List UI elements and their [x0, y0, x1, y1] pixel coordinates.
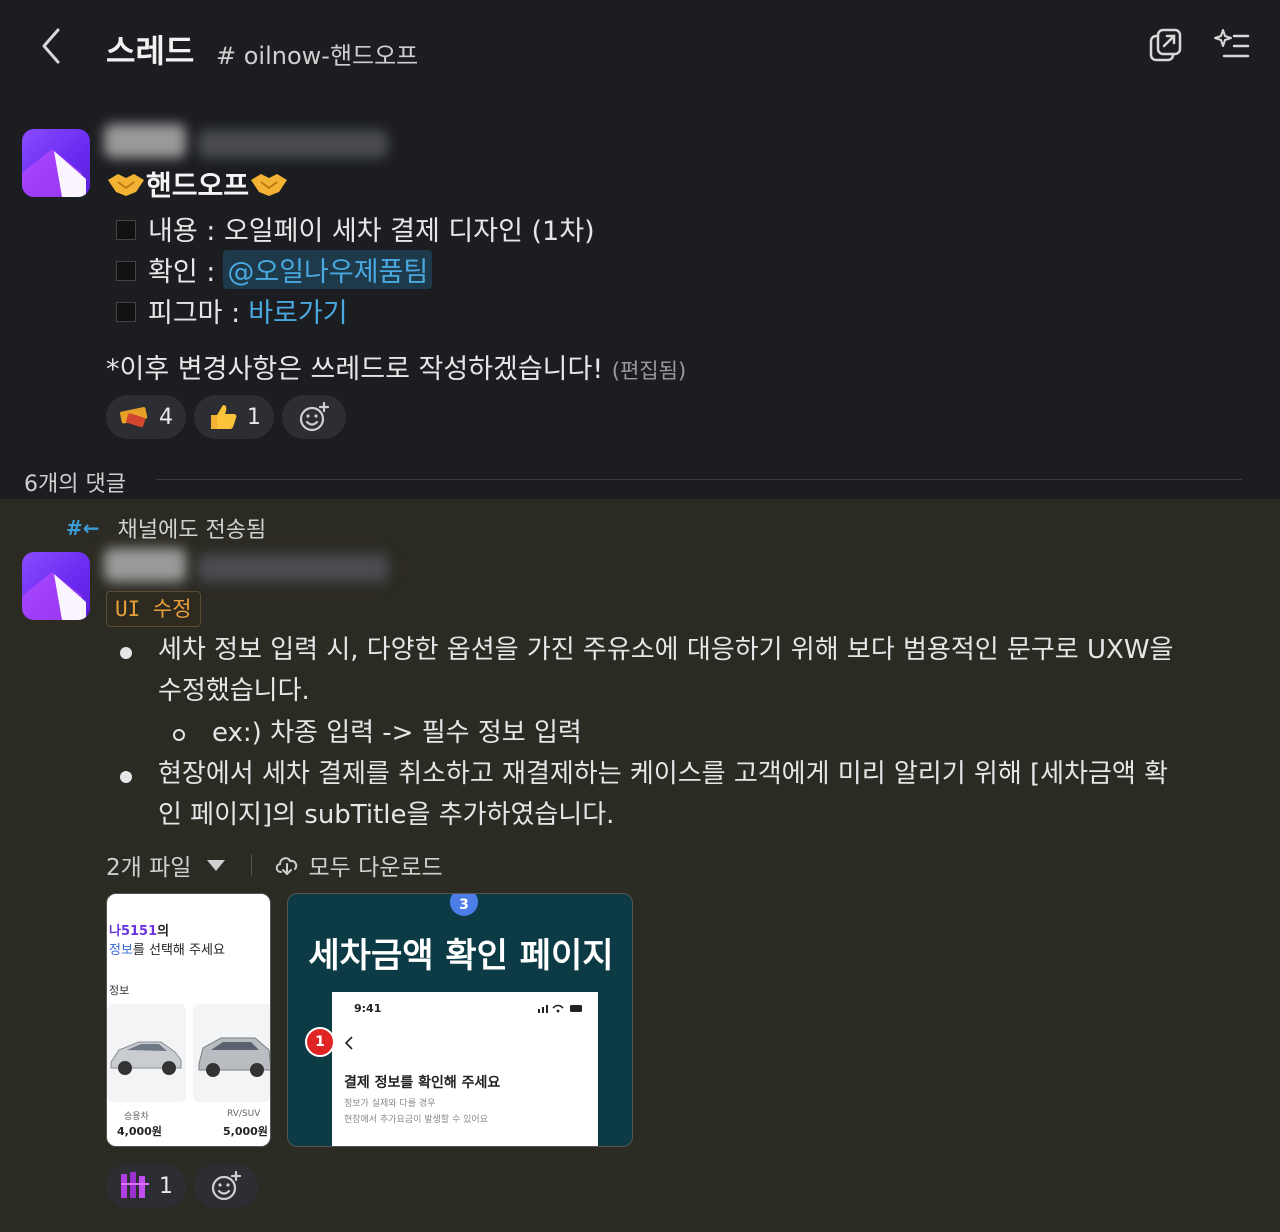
handshake-icon: [106, 166, 146, 202]
logo-icon: [22, 572, 86, 620]
edited-label: (편집됨): [611, 359, 687, 383]
reply-count: 6개의 댓글: [24, 472, 126, 497]
black-square-icon: [116, 301, 136, 322]
channel-name[interactable]: # oilnow-핸드오프: [216, 36, 418, 71]
confirm-line: 확인 : @오일나우제품팀: [116, 250, 433, 289]
thumbs-up-icon: [207, 401, 239, 433]
content-line: 내용 : 오일페이 세차 결제 디자인 (1차): [116, 209, 595, 248]
car-card-sedan: [107, 1004, 186, 1102]
bullet-2-line-1: 현장에서 세차 결제를 취소하고 재결제하는 케이스를 고객에게 미리 알리기 …: [158, 759, 1169, 789]
timestamp: [198, 130, 388, 158]
car1-type: 승용차: [124, 1112, 149, 1122]
thumb-select-line: 정보를 선택해 주세요: [109, 943, 225, 958]
status-icons: [538, 1004, 582, 1013]
car2-type: RV/SUV: [227, 1109, 261, 1119]
file-thumbnail-1[interactable]: 나5151의 정보를 선택해 주세요 정보 승용차 4,000원 RV/SUV …: [106, 893, 271, 1147]
sedan-icon: [110, 1041, 182, 1075]
files-toggle[interactable]: 2개 파일: [106, 848, 191, 882]
phone-screen-title: 결제 정보를 확인해 주세요: [344, 1075, 501, 1091]
avatar[interactable]: [22, 129, 90, 197]
message-note: *이후 변경사항은 쓰레드로 작성하겠습니다! (편집됨): [106, 354, 687, 385]
hash-arrow-icon: #←: [66, 516, 100, 540]
figma-line: 피그마 : 바로가기: [116, 291, 348, 330]
sparkle-list-icon: [1214, 29, 1250, 58]
custom-emoji-icon: [119, 1170, 151, 1202]
handshake-icon: [249, 166, 289, 202]
logo-icon: [22, 149, 86, 197]
divider: [156, 479, 1242, 480]
chevron-left-icon: [344, 1036, 353, 1050]
sender-name[interactable]: [104, 124, 186, 158]
phone-sub-1: 정보가 실제와 다를 경우: [344, 1099, 436, 1109]
inline-code: UI 수정: [106, 591, 201, 627]
sub-bullet-circle: [173, 729, 185, 741]
figma-link[interactable]: 바로가기: [248, 291, 347, 330]
file-thumbnail-2[interactable]: 3 세차금액 확인 페이지 9:41 결제 정보를 확인해 주세요 정보가 실제…: [287, 893, 633, 1147]
bullet-2-line-2: 인 페이지]의 subTitle을 추가하였습니다.: [158, 800, 615, 830]
car2-price: 5,000원: [223, 1125, 268, 1138]
annotation-marker: 1: [305, 1027, 335, 1057]
add-emoji-icon: [299, 401, 330, 432]
reaction-thumbs-up[interactable]: 1: [194, 395, 274, 439]
add-emoji-icon: [211, 1170, 242, 1201]
download-all-button[interactable]: 모두 다운로드: [308, 848, 442, 882]
add-reaction-button[interactable]: [282, 395, 346, 439]
bullet-dot: [120, 647, 132, 659]
tape-icon: [119, 401, 151, 433]
add-reaction-button[interactable]: [194, 1164, 258, 1208]
user-group-mention[interactable]: @오일나우제품팀: [223, 250, 433, 289]
open-in-window-button[interactable]: [1146, 26, 1186, 66]
back-button[interactable]: [36, 26, 66, 66]
thumb-plate-line: 나5151의: [109, 924, 170, 939]
car-card-suv: [193, 1004, 270, 1102]
black-square-icon: [116, 219, 136, 240]
phone-screen: 9:41 결제 정보를 확인해 주세요 정보가 실제와 다를 경우 현장에서 추…: [332, 992, 598, 1146]
ai-summary-button[interactable]: [1212, 26, 1252, 66]
cloud-download-icon[interactable]: [274, 853, 300, 877]
chevron-left-icon: [42, 28, 60, 64]
sender-name[interactable]: [104, 548, 186, 582]
sent-to-channel[interactable]: #← 채널에도 전송됨: [66, 512, 266, 544]
thumb-info-label: 정보: [109, 984, 130, 997]
car1-price: 4,000원: [117, 1125, 162, 1138]
avatar[interactable]: [22, 552, 90, 620]
bullet-1-line-2: 수정했습니다.: [158, 676, 310, 706]
black-square-icon: [116, 260, 136, 281]
reaction-custom[interactable]: 1: [106, 1164, 186, 1208]
thumb-title: 세차금액 확인 페이지: [308, 936, 614, 976]
phone-time: 9:41: [354, 1002, 382, 1015]
thread-header: 스레드 # oilnow-핸드오프: [0, 0, 1280, 92]
bullet-dot: [120, 771, 132, 783]
bullet-1-line-1: 세차 정보 입력 시, 다양한 옵션을 가진 주유소에 대응하기 위해 보다 범…: [158, 635, 1174, 665]
suv-icon: [198, 1037, 270, 1077]
divider: [251, 854, 253, 876]
timestamp: [198, 554, 388, 582]
sub-bullet: ex:) 차종 입력 -> 필수 정보 입력: [212, 718, 582, 748]
caret-down-icon[interactable]: [207, 859, 226, 871]
phone-sub-2: 현장에서 추가요금이 발생할 수 있어요: [344, 1115, 488, 1125]
page-title: 스레드: [106, 32, 195, 70]
files-bar: 2개 파일 모두 다운로드: [106, 848, 443, 882]
external-window-icon: [1149, 28, 1182, 62]
step-badge: 3: [450, 894, 478, 916]
reaction-tape[interactable]: 4: [106, 395, 186, 439]
message-heading: 핸드오프: [106, 164, 289, 204]
